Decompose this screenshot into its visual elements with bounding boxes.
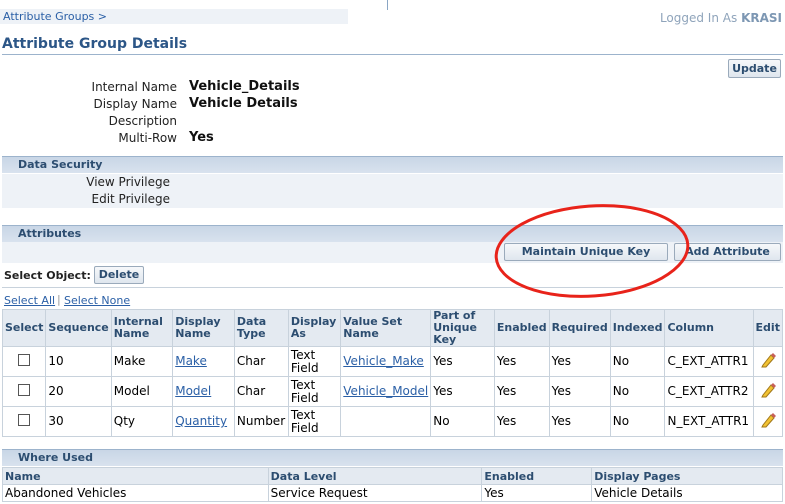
col-column: Column xyxy=(664,309,754,347)
update-button[interactable]: Update xyxy=(728,59,781,78)
attributes-table: Select Sequence Internal Name Display Na… xyxy=(1,309,784,437)
row-sequence: 30 xyxy=(45,406,112,437)
row-part-of-unique-key: Yes xyxy=(430,376,495,407)
row-sequence: 20 xyxy=(45,376,112,407)
row-display-pages: Vehicle Details xyxy=(591,484,783,502)
logged-in-user: KRASI xyxy=(741,11,782,25)
row-required: Yes xyxy=(548,406,611,437)
where-used-header-row: Name Data Level Enabled Display Pages xyxy=(2,467,783,485)
col-select: Select xyxy=(1,309,47,347)
col-internal-name: Internal Name xyxy=(110,309,174,347)
pencil-icon[interactable] xyxy=(760,382,776,398)
row-column: N_EXT_ATTR1 xyxy=(664,406,754,437)
attributes-header-row: Select Sequence Internal Name Display Na… xyxy=(1,309,784,347)
where-used-table: Name Data Level Enabled Display Pages Ab… xyxy=(2,467,783,502)
row-enabled: Yes xyxy=(493,406,550,437)
select-object-label: Select Object: xyxy=(4,269,91,282)
col-value-set-name: Value Set Name xyxy=(340,309,432,347)
col-data-type: Data Type xyxy=(233,309,289,347)
col-enabled: Enabled xyxy=(493,309,550,347)
row-required: Yes xyxy=(548,376,611,407)
col-edit: Edit xyxy=(752,309,784,347)
row-display-name-link[interactable]: Make xyxy=(175,354,207,368)
logged-in-prefix: Logged In As xyxy=(659,11,738,25)
row-part-of-unique-key: No xyxy=(430,406,495,437)
table-row: 20 Model Model Char Text Field Vehicle_M… xyxy=(1,376,784,407)
pencil-icon[interactable] xyxy=(760,412,776,428)
row-data-type: Number xyxy=(233,406,289,437)
logged-in-status: Logged In As KRASI xyxy=(660,11,782,25)
view-privilege-label: View Privilege xyxy=(86,175,170,189)
table-row: 30 Qty Quantity Number Text Field No Yes… xyxy=(1,406,784,437)
internal-name-label: Internal Name xyxy=(91,80,177,94)
row-display-as: Text Field xyxy=(287,406,342,437)
col-sequence: Sequence xyxy=(45,309,112,347)
pencil-icon[interactable] xyxy=(760,352,776,368)
row-display-as: Text Field xyxy=(287,346,342,377)
row-enabled: Yes xyxy=(481,484,593,502)
link-separator: | xyxy=(57,293,61,306)
row-name: Abandoned Vehicles xyxy=(2,484,269,502)
select-all-link[interactable]: Select All xyxy=(4,294,55,307)
row-indexed: No xyxy=(609,346,666,377)
row-data-type: Char xyxy=(233,376,289,407)
row-column: C_EXT_ATTR2 xyxy=(664,376,754,407)
table-row: Abandoned Vehicles Service Request Yes V… xyxy=(2,484,783,502)
multi-row-label: Multi-Row xyxy=(118,131,177,145)
row-value-set-link[interactable]: Vehicle_Model xyxy=(343,384,428,398)
row-enabled: Yes xyxy=(493,376,550,407)
data-security-header: Data Security xyxy=(2,156,783,173)
table-row: 10 Make Make Char Text Field Vehicle_Mak… xyxy=(1,346,784,377)
row-required: Yes xyxy=(548,346,611,377)
page-title: Attribute Group Details xyxy=(2,36,188,52)
row-indexed: No xyxy=(609,406,666,437)
add-attribute-button[interactable]: Add Attribute xyxy=(674,243,781,261)
row-display-name-link[interactable]: Quantity xyxy=(175,414,227,428)
internal-name-value: Vehicle_Details xyxy=(189,79,300,94)
col-indexed: Indexed xyxy=(609,309,666,347)
row-part-of-unique-key: Yes xyxy=(430,346,495,377)
row-display-name-link[interactable]: Model xyxy=(175,384,211,398)
maintain-unique-key-button[interactable]: Maintain Unique Key xyxy=(504,243,668,261)
col-display-name: Display Name xyxy=(172,309,235,347)
row-internal-name: Qty xyxy=(110,406,174,437)
row-internal-name: Make xyxy=(110,346,174,377)
row-indexed: No xyxy=(609,376,666,407)
title-divider xyxy=(2,54,783,55)
row-select-checkbox[interactable] xyxy=(18,354,31,366)
col-name: Name xyxy=(2,467,269,485)
row-display-as: Text Field xyxy=(287,376,342,407)
select-none-link[interactable]: Select None xyxy=(64,294,130,307)
col-enabled: Enabled xyxy=(481,467,593,485)
edit-privilege-label: Edit Privilege xyxy=(91,192,171,206)
row-enabled: Yes xyxy=(493,346,550,377)
display-name-label: Display Name xyxy=(93,97,177,111)
description-label: Description xyxy=(108,114,177,128)
row-value-set-link[interactable]: Vehicle_Make xyxy=(343,354,424,368)
col-display-pages: Display Pages xyxy=(591,467,783,485)
col-data-level: Data Level xyxy=(267,467,483,485)
row-select-checkbox[interactable] xyxy=(18,384,31,396)
col-display-as: Display As xyxy=(287,309,342,347)
display-name-value: Vehicle Details xyxy=(189,96,298,111)
col-part-of-unique-key: Part of Unique Key xyxy=(430,309,495,347)
row-select-checkbox[interactable] xyxy=(18,414,31,426)
where-used-header: Where Used xyxy=(2,449,783,466)
row-data-level: Service Request xyxy=(267,484,483,502)
delete-button[interactable]: Delete xyxy=(94,266,144,284)
row-internal-name: Model xyxy=(110,376,174,407)
col-required: Required xyxy=(548,309,611,347)
breadcrumb[interactable]: Attribute Groups > xyxy=(0,9,348,24)
multi-row-value: Yes xyxy=(189,130,214,145)
row-data-type: Char xyxy=(233,346,289,377)
row-sequence: 10 xyxy=(45,346,112,377)
row-column: C_EXT_ATTR1 xyxy=(664,346,754,377)
attributes-header: Attributes xyxy=(2,225,783,242)
header-divider xyxy=(387,0,388,10)
